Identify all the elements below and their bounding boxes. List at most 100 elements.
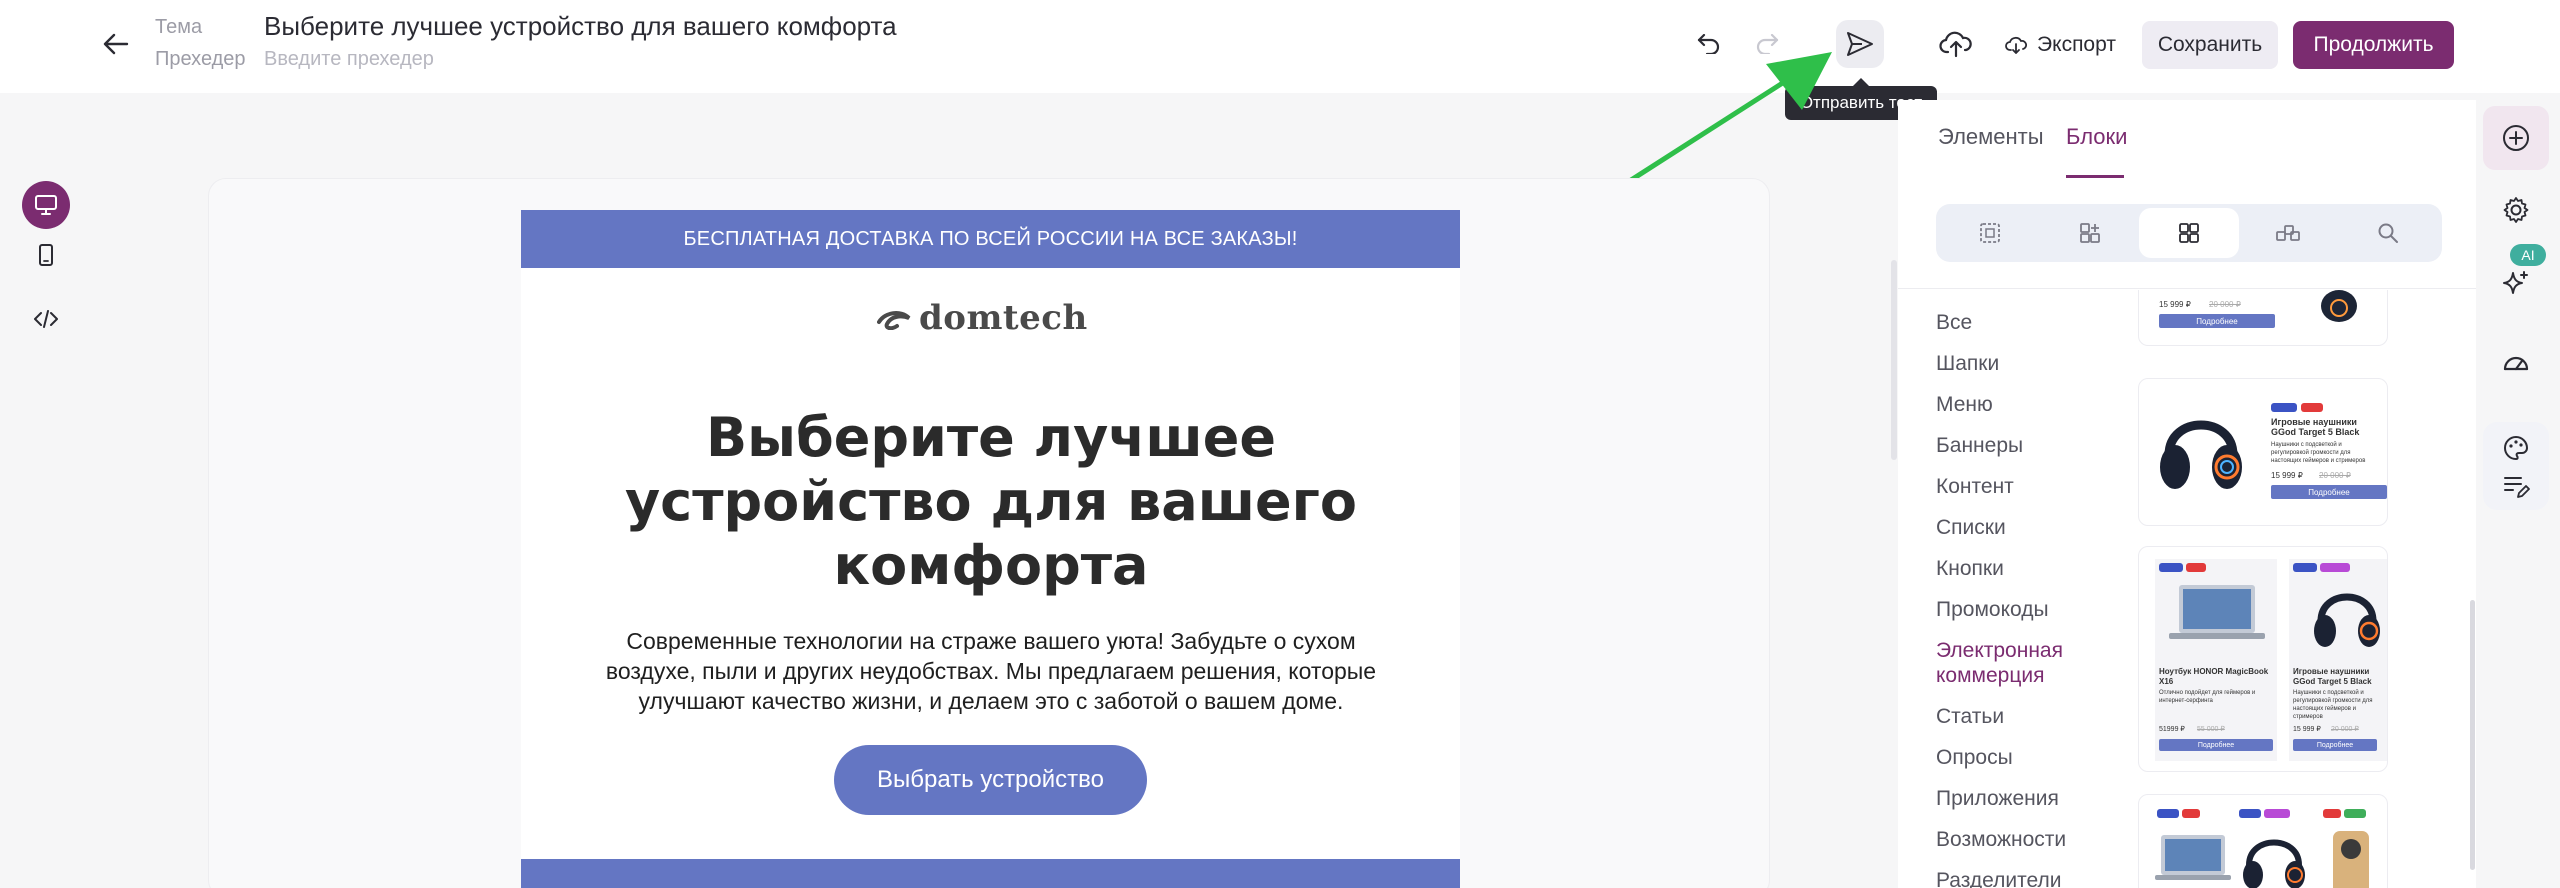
layout-icon[interactable]	[1940, 208, 2040, 258]
tag-badge	[2157, 809, 2179, 818]
block-thumbnail[interactable]: Игровые наушники GGod Target 5 Black Нау…	[2138, 378, 2388, 526]
panel-tabs: Элементы Блоки	[1898, 100, 2476, 178]
headphones-image-icon	[2160, 420, 2242, 489]
body-line: улучшают качество жизни, и делаем это с …	[638, 688, 1344, 714]
product-desc: Наушники с подсветкой и регулировкой гро…	[2293, 690, 2373, 720]
cta-button[interactable]: Выбрать устройство	[834, 745, 1147, 815]
category-item-features[interactable]: Возможности	[1936, 827, 2116, 852]
category-item-all[interactable]: Все	[1936, 310, 2116, 335]
preheader-input[interactable]: Введите прехедер	[264, 48, 434, 71]
palette-icon[interactable]	[2502, 434, 2530, 462]
product-title: Ноутбук HONOR MagicBook X16	[2159, 667, 2269, 686]
product-desc: Отлично подойдет для геймеров и интернет…	[2159, 690, 2256, 704]
block-thumbnail[interactable]	[2138, 794, 2388, 888]
category-item-ecommerce[interactable]: Электронная коммерция	[1936, 638, 2116, 688]
panel-scrollbar[interactable]	[2470, 600, 2475, 870]
tag-badge	[2159, 563, 2183, 572]
performance-button[interactable]	[2483, 330, 2549, 394]
headphones-image-icon	[2314, 593, 2380, 647]
subject-label: Тема	[155, 16, 203, 38]
headline-line: комфорта	[833, 534, 1149, 597]
export-label: Экспорт	[2037, 33, 2116, 56]
email-headline[interactable]: Выберите лучшее устройство для вашего ко…	[591, 406, 1391, 598]
category-item-content[interactable]: Контент	[1936, 474, 2116, 499]
tag-badge	[2182, 809, 2200, 818]
headline-line: устройство для вашего	[624, 470, 1357, 533]
tag-badge	[2344, 809, 2366, 818]
desktop-icon	[35, 195, 57, 215]
save-button[interactable]: Сохранить	[2142, 21, 2278, 69]
headphones-image-icon	[2321, 290, 2357, 322]
gauge-icon	[2503, 356, 2529, 371]
product-button: Подробнее	[2159, 739, 2273, 751]
add-block-icon[interactable]	[2040, 208, 2140, 258]
block-thumbnail[interactable]: 15 999 ₽ 20 000 ₽ Подробнее	[2138, 290, 2388, 346]
product-card: Игровые наушники GGod Target 5 Black Нау…	[2289, 559, 2387, 761]
style-tools-group	[2483, 422, 2549, 510]
block-thumbnail[interactable]: Ноутбук HONOR MagicBook X16 Отлично подо…	[2138, 546, 2388, 772]
search-icon[interactable]	[2338, 208, 2438, 258]
category-item-lists[interactable]: Списки	[1936, 515, 2116, 540]
tag-badge	[2264, 809, 2290, 818]
preheader-label: Прехедер	[155, 48, 246, 70]
products-image-icon	[2155, 831, 2369, 888]
active-tab-indicator	[2066, 175, 2124, 178]
canvas-scrollbar[interactable]	[1891, 260, 1897, 460]
product-title: Игровые наушники GGod Target 5 Black	[2293, 667, 2372, 686]
plus-circle-icon	[2503, 125, 2529, 151]
tab-blocks[interactable]: Блоки	[2066, 124, 2127, 150]
add-content-button[interactable]	[2483, 106, 2549, 170]
body-line: Современные технологии на страже вашего …	[626, 628, 1356, 654]
settings-button[interactable]	[2483, 178, 2549, 242]
export-button[interactable]: Экспорт	[1993, 21, 2128, 69]
desktop-view-button[interactable]	[22, 181, 70, 229]
ai-badge: AI	[2510, 244, 2546, 266]
tag-badge	[2186, 563, 2206, 572]
price-text: 51999 ₽	[2159, 726, 2185, 733]
panel-divider	[1898, 288, 2476, 289]
code-icon	[34, 310, 58, 328]
back-arrow-icon[interactable]	[98, 26, 134, 62]
mobile-icon	[39, 244, 53, 266]
product-button: Подробнее	[2293, 739, 2377, 751]
edit-text-icon[interactable]	[2502, 474, 2530, 500]
upload-cloud-icon[interactable]	[1936, 26, 1976, 62]
tag-badge	[2320, 563, 2350, 572]
category-item-apps[interactable]: Приложения	[1936, 786, 2116, 811]
logo-text: domtech	[919, 298, 1088, 338]
block-type-switcher	[1936, 204, 2442, 262]
old-price-text: 55 000 ₽	[2197, 726, 2225, 733]
tag-badge	[2323, 809, 2341, 818]
old-price-text: 20 000 ₽	[2331, 726, 2359, 733]
category-item-buttons[interactable]: Кнопки	[1936, 556, 2116, 581]
saved-blocks-icon[interactable]	[2238, 208, 2338, 258]
tag-badge	[2271, 403, 2297, 412]
subject-input[interactable]: Выберите лучшее устройство для вашего ко…	[264, 11, 897, 42]
category-item-promocodes[interactable]: Промокоды	[1936, 597, 2116, 622]
download-cloud-icon	[2005, 36, 2028, 54]
product-button: Подробнее	[2271, 485, 2387, 499]
shipping-banner[interactable]: БЕСПЛАТНАЯ ДОСТАВКА ПО ВСЕЙ РОССИИ НА ВС…	[521, 210, 1460, 268]
old-price-text: 20 000 ₽	[2319, 471, 2351, 480]
tab-elements[interactable]: Элементы	[1938, 124, 2044, 150]
category-item-articles[interactable]: Статьи	[1936, 704, 2116, 729]
headline-line: Выберите лучшее	[706, 406, 1276, 469]
old-price-text: 20 000 ₽	[2209, 300, 2241, 309]
price-text: 15 999 ₽	[2271, 471, 2303, 480]
body-line: воздухе, пыли и других неудобствах. Мы п…	[605, 658, 1377, 684]
code-view-button[interactable]	[22, 295, 70, 343]
tag-badge	[2239, 809, 2261, 818]
category-item-dividers[interactable]: Разделители	[1936, 868, 2116, 888]
grid-icon[interactable]	[2139, 208, 2239, 258]
category-item-headers[interactable]: Шапки	[1936, 351, 2116, 376]
product-title: Игровые наушники GGod Target 5 Black	[2271, 417, 2360, 437]
mobile-view-button[interactable]	[22, 231, 70, 279]
continue-button[interactable]: Продолжить	[2293, 21, 2454, 69]
tag-badge	[2293, 563, 2317, 572]
category-item-menu[interactable]: Меню	[1936, 392, 2116, 417]
category-item-surveys[interactable]: Опросы	[1936, 745, 2116, 770]
email-body-text[interactable]: Современные технологии на страже вашего …	[591, 626, 1391, 716]
next-block-band[interactable]	[521, 859, 1460, 888]
logo[interactable]: domtech	[877, 298, 1088, 338]
category-item-banners[interactable]: Баннеры	[1936, 433, 2116, 458]
